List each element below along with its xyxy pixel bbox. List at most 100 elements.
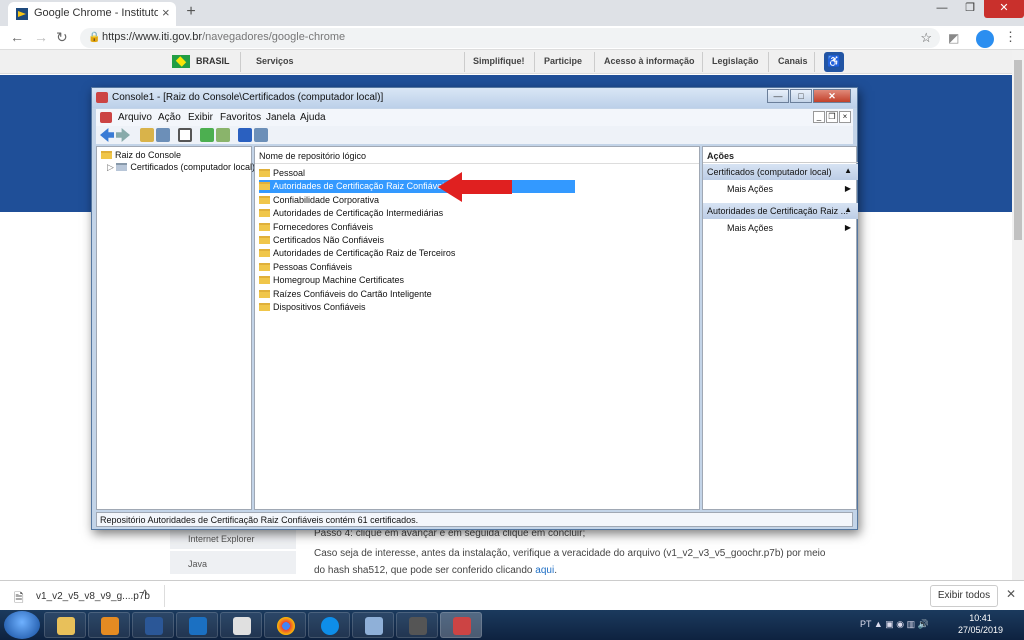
system-tray-icons[interactable]: PT ▲ ▣ ◉ ▥ 🔊 (860, 619, 929, 630)
submenu-arrow-icon: ▶ (844, 184, 851, 193)
tree-root[interactable]: Raiz do Console (101, 150, 181, 160)
minimize-button[interactable]: — (928, 0, 956, 18)
list-item[interactable]: Autoridades de Certificação Intermediári… (259, 207, 443, 220)
help-icon[interactable] (238, 128, 252, 142)
maximize-button[interactable]: ❐ (956, 0, 984, 18)
accessibility-icon[interactable]: ♿ (824, 52, 844, 72)
gov-link-canais[interactable]: Canais (778, 56, 808, 66)
new-tab-button[interactable]: + (182, 4, 200, 22)
child-minimize-button[interactable]: _ (813, 111, 825, 123)
menu-exibir[interactable]: Exibir (188, 112, 213, 123)
extension-icon[interactable]: ◩ (948, 31, 959, 45)
list-item[interactable]: Homegroup Machine Certificates (259, 274, 404, 287)
list-item[interactable]: Certificados Não Confiáveis (259, 234, 384, 247)
tab-close-icon[interactable]: × (162, 5, 170, 20)
gov-brasil-link[interactable]: BRASIL (196, 56, 230, 66)
menu-dots-icon[interactable]: ⋮ (1004, 29, 1017, 45)
show-all-button[interactable]: Exibir todos (930, 585, 998, 607)
console-maximize-button[interactable]: □ (790, 89, 812, 103)
close-window-button[interactable]: ✕ (984, 0, 1024, 18)
collapse-icon[interactable]: ▲ (844, 166, 852, 175)
menu-acao[interactable]: Ação (158, 112, 181, 123)
file-icon: 🗎 (14, 591, 24, 605)
list-item[interactable]: Confiabilidade Corporativa (259, 194, 379, 207)
mmc-app-icon (96, 92, 108, 103)
taskbar-app[interactable] (352, 612, 394, 638)
download-filename[interactable]: v1_v2_v5_v8_v9_g....p7b (36, 591, 150, 602)
address-bar-row: ← → ↻ 🔒 https://www.iti.gov.br/navegador… (0, 26, 1024, 50)
back-icon[interactable]: ← (10, 29, 24, 45)
forward-icon[interactable]: → (34, 29, 48, 45)
taskbar-tools[interactable] (396, 612, 438, 638)
browser-tab[interactable]: Google Chrome - Instituto Nacio × (8, 2, 176, 26)
list-item[interactable]: Autoridades de Certificação Raiz de Terc… (259, 247, 455, 260)
child-restore-button[interactable]: ❐ (826, 111, 838, 123)
start-button[interactable] (4, 611, 40, 639)
back-arrow-icon[interactable] (100, 128, 114, 142)
taskbar-explorer[interactable] (44, 612, 86, 638)
gov-bar: BRASIL Serviços Simplifique! Participe A… (0, 50, 1012, 74)
folder-icon (259, 249, 270, 258)
actions-section-autoridades[interactable]: Autoridades de Certificação Raiz ... ▲ (703, 203, 858, 219)
show-actions-icon[interactable] (254, 128, 268, 142)
gov-link-legislacao[interactable]: Legislação (712, 56, 759, 66)
gov-link-simplifique[interactable]: Simplifique! (473, 56, 525, 66)
mmc-console-window: Console1 - [Raiz do Console\Certificados… (91, 87, 858, 530)
folder-icon (259, 195, 270, 204)
refresh-icon[interactable] (200, 128, 214, 142)
list-item[interactable]: Dispositivos Confiáveis (259, 301, 366, 314)
gov-servicos-link[interactable]: Serviços (256, 56, 294, 66)
console-doc-icon[interactable] (100, 112, 112, 123)
taskbar-vnc[interactable] (220, 612, 262, 638)
collapse-icon[interactable]: ▲ (844, 205, 852, 214)
properties-icon[interactable] (178, 128, 192, 142)
list-item[interactable]: Autoridades de Certificação Raiz Confiáv… (259, 180, 575, 194)
gov-link-acesso[interactable]: Acesso à informação (604, 56, 695, 66)
site-favicon-icon (16, 8, 28, 20)
menu-favoritos[interactable]: Favoritos (220, 112, 261, 123)
mais-acoes-1[interactable]: Mais Ações ▶ (727, 184, 855, 194)
windows-taskbar: PT ▲ ▣ ◉ ▥ 🔊 10:41 27/05/2019 (0, 610, 1024, 640)
console-minimize-button[interactable]: — (767, 89, 789, 103)
tree-certificados[interactable]: ▷ Certificados (computador local) (107, 162, 255, 173)
menu-ajuda[interactable]: Ajuda (300, 112, 326, 123)
chevron-up-icon[interactable]: ^ (142, 587, 148, 601)
tab-title: Google Chrome - Instituto Nacio (34, 7, 158, 19)
forward-arrow-icon[interactable] (116, 128, 130, 142)
omnibox[interactable]: 🔒 https://www.iti.gov.br/navegadores/goo… (80, 28, 940, 48)
taskbar-teamviewer[interactable] (308, 612, 350, 638)
profile-avatar[interactable] (976, 30, 994, 48)
page-scrollbar[interactable] (1012, 50, 1024, 580)
show-tree-icon[interactable] (156, 128, 170, 142)
console-titlebar[interactable]: Console1 - [Raiz do Console\Certificados… (92, 88, 857, 108)
up-folder-icon[interactable] (140, 128, 154, 142)
actions-section-certificados[interactable]: Certificados (computador local) ▲ (703, 164, 858, 180)
submenu-arrow-icon: ▶ (844, 223, 851, 232)
aqui-link[interactable]: aqui (535, 565, 554, 576)
clock[interactable]: 10:41 27/05/2019 (958, 612, 1003, 636)
bookmark-star-icon[interactable]: ☆ (920, 30, 932, 46)
gov-link-participe[interactable]: Participe (544, 56, 582, 66)
close-downloads-icon[interactable]: ✕ (1006, 587, 1016, 601)
reload-icon[interactable]: ↻ (56, 29, 68, 46)
list-item[interactable]: Pessoal (259, 167, 305, 180)
status-bar: Repositório Autoridades de Certificação … (96, 512, 853, 527)
certificate-store-icon (116, 163, 128, 171)
column-header[interactable]: Nome de repositório lógico (255, 147, 699, 164)
menu-janela[interactable]: Janela (266, 112, 295, 123)
list-item[interactable]: Fornecedores Confiáveis (259, 221, 373, 234)
taskbar-word[interactable] (132, 612, 174, 638)
list-item[interactable]: Pessoas Confiáveis (259, 261, 352, 274)
taskbar-media[interactable] (88, 612, 130, 638)
taskbar-outlook[interactable] (176, 612, 218, 638)
lock-icon: 🔒 (88, 32, 101, 43)
child-close-button[interactable]: × (839, 111, 851, 123)
list-item[interactable]: Raízes Confiáveis do Cartão Inteligente (259, 288, 432, 301)
console-close-button[interactable]: ✕ (813, 89, 851, 103)
mais-acoes-2[interactable]: Mais Ações ▶ (727, 223, 855, 233)
taskbar-chrome[interactable] (264, 612, 306, 638)
left-menu-java[interactable]: Java (170, 551, 296, 575)
export-list-icon[interactable] (216, 128, 230, 142)
taskbar-mmc[interactable] (440, 612, 482, 638)
menu-arquivo[interactable]: Arquivo (118, 112, 152, 123)
